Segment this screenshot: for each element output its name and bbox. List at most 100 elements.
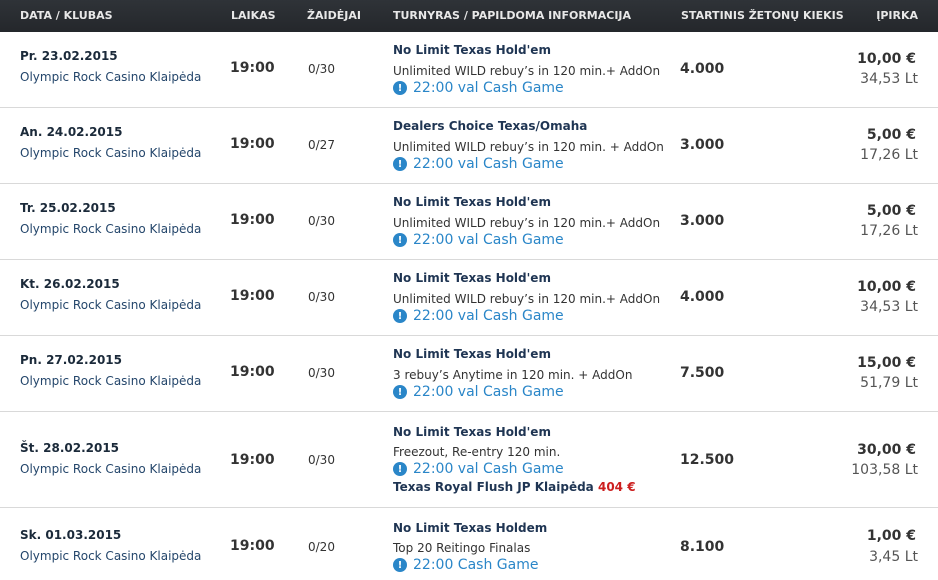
row-players: 0/30 (308, 290, 335, 304)
row-time: 19:00 (230, 136, 275, 152)
tournament-info: Unlimited WILD rebuy’s in 120 min. + Add… (393, 140, 664, 154)
cash-game-link[interactable]: ! 22:00 val Cash Game (393, 232, 564, 248)
row-buyin-lt: 34,53 Lt (860, 299, 918, 315)
row-chips: 4.000 (680, 289, 725, 305)
row-date: Št. 28.02.2015 (20, 441, 120, 455)
row-buyin-eur: 5,00 € (866, 127, 916, 143)
row-players: 0/30 (308, 366, 335, 380)
row-club-link[interactable]: Olympic Rock Casino Klaipėda (20, 374, 201, 388)
row-time: 19:00 (230, 288, 275, 304)
table-row[interactable]: Tr. 25.02.2015 Olympic Rock Casino Klaip… (0, 184, 938, 260)
cash-game-label[interactable]: 22:00 Cash Game (413, 557, 538, 573)
cash-game-label[interactable]: 22:00 val Cash Game (413, 80, 564, 96)
cash-game-label[interactable]: 22:00 val Cash Game (413, 156, 564, 172)
cash-game-link[interactable]: ! 22:00 val Cash Game (393, 156, 564, 172)
info-icon: ! (393, 157, 407, 171)
header-time[interactable]: LAIKAS (231, 9, 276, 22)
row-time: 19:00 (230, 538, 275, 554)
cash-game-link[interactable]: ! 22:00 val Cash Game (393, 308, 564, 324)
tournament-name-link[interactable]: No Limit Texas Hold'em (393, 347, 551, 361)
row-buyin-lt: 3,45 Lt (869, 549, 918, 565)
row-date: Pr. 23.02.2015 (20, 49, 118, 63)
tournament-info: Unlimited WILD rebuy’s in 120 min.+ AddO… (393, 64, 661, 78)
header-tournament[interactable]: TURNYRAS / PAPILDOMA INFORMACIJA (393, 9, 631, 22)
cash-game-label[interactable]: 22:00 val Cash Game (413, 384, 564, 400)
row-players: 0/30 (308, 214, 335, 228)
row-date: Pn. 27.02.2015 (20, 353, 122, 367)
row-club-link[interactable]: Olympic Rock Casino Klaipėda (20, 222, 201, 236)
tournament-info: 3 rebuy’s Anytime in 120 min. + AddOn (393, 368, 633, 382)
table-row[interactable]: Pr. 23.02.2015 Olympic Rock Casino Klaip… (0, 32, 938, 108)
tournament-info: Freezout, Re-entry 120 min. (393, 445, 561, 459)
row-chips: 3.000 (680, 137, 725, 153)
row-players: 0/30 (308, 62, 335, 76)
row-buyin-lt: 51,79 Lt (860, 375, 918, 391)
row-chips: 4.000 (680, 61, 725, 77)
tournament-info: Unlimited WILD rebuy’s in 120 min.+ AddO… (393, 292, 661, 306)
table-row[interactable]: An. 24.02.2015 Olympic Rock Casino Klaip… (0, 108, 938, 184)
row-club-link[interactable]: Olympic Rock Casino Klaipėda (20, 70, 201, 84)
info-icon: ! (393, 385, 407, 399)
row-time: 19:00 (230, 60, 275, 76)
table-header: DATA / KLUBAS LAIKAS ŽAIDĖJAI TURNYRAS /… (0, 0, 938, 32)
row-date: Kt. 26.02.2015 (20, 277, 120, 291)
row-buyin-eur: 1,00 € (866, 528, 916, 544)
row-chips: 7.500 (680, 365, 725, 381)
row-time: 19:00 (230, 364, 275, 380)
table-row[interactable]: Št. 28.02.2015 Olympic Rock Casino Klaip… (0, 412, 938, 508)
cash-game-link[interactable]: ! 22:00 val Cash Game (393, 461, 564, 477)
row-players: 0/20 (308, 540, 335, 554)
header-date-club[interactable]: DATA / KLUBAS (20, 9, 113, 22)
row-buyin-eur: 15,00 € (857, 355, 916, 371)
info-icon: ! (393, 558, 407, 572)
row-buyin-lt: 34,53 Lt (860, 71, 918, 87)
row-date: Tr. 25.02.2015 (20, 201, 116, 215)
row-buyin-eur: 10,00 € (857, 279, 916, 295)
jackpot-amount: 404 € (597, 480, 636, 494)
row-buyin-eur: 30,00 € (857, 442, 916, 458)
info-icon: ! (393, 309, 407, 323)
row-club-link[interactable]: Olympic Rock Casino Klaipėda (20, 549, 201, 563)
tournament-info: Top 20 Reitingo Finalas (393, 541, 531, 555)
cash-game-link[interactable]: ! 22:00 Cash Game (393, 557, 538, 573)
row-buyin-lt: 103,58 Lt (851, 462, 918, 478)
table-row[interactable]: Pn. 27.02.2015 Olympic Rock Casino Klaip… (0, 336, 938, 412)
row-club-link[interactable]: Olympic Rock Casino Klaipėda (20, 146, 201, 160)
info-icon: ! (393, 462, 407, 476)
tournament-name-link[interactable]: No Limit Texas Hold'em (393, 425, 551, 439)
cash-game-label[interactable]: 22:00 val Cash Game (413, 232, 564, 248)
jackpot-info: Texas Royal Flush JP Klaipėda 404 € (393, 480, 636, 494)
cash-game-link[interactable]: ! 22:00 val Cash Game (393, 80, 564, 96)
cash-game-label[interactable]: 22:00 val Cash Game (413, 461, 564, 477)
row-buyin-eur: 10,00 € (857, 51, 916, 67)
cash-game-label[interactable]: 22:00 val Cash Game (413, 308, 564, 324)
table-row[interactable]: Kt. 26.02.2015 Olympic Rock Casino Klaip… (0, 260, 938, 336)
tournament-name-link[interactable]: No Limit Texas Hold'em (393, 195, 551, 209)
header-players[interactable]: ŽAIDĖJAI (307, 9, 361, 22)
header-buyin[interactable]: ĮPIRKA (876, 9, 918, 22)
row-time: 19:00 (230, 212, 275, 228)
row-date: An. 24.02.2015 (20, 125, 123, 139)
row-players: 0/27 (308, 138, 335, 152)
row-chips: 3.000 (680, 213, 725, 229)
row-club-link[interactable]: Olympic Rock Casino Klaipėda (20, 462, 201, 476)
row-buyin-eur: 5,00 € (866, 203, 916, 219)
row-buyin-lt: 17,26 Lt (860, 147, 918, 163)
row-buyin-lt: 17,26 Lt (860, 223, 918, 239)
tournament-name-link[interactable]: No Limit Texas Hold'em (393, 43, 551, 57)
tournament-info: Unlimited WILD rebuy’s in 120 min.+ AddO… (393, 216, 661, 230)
tournament-schedule-table: DATA / KLUBAS LAIKAS ŽAIDĖJAI TURNYRAS /… (0, 0, 938, 580)
row-date: Sk. 01.03.2015 (20, 528, 122, 542)
row-club-link[interactable]: Olympic Rock Casino Klaipėda (20, 298, 201, 312)
tournament-name-link[interactable]: Dealers Choice Texas/Omaha (393, 119, 587, 133)
header-chips[interactable]: STARTINIS ŽETONŲ KIEKIS (681, 9, 844, 22)
row-chips: 12.500 (680, 452, 735, 468)
cash-game-link[interactable]: ! 22:00 val Cash Game (393, 384, 564, 400)
row-players: 0/30 (308, 453, 335, 467)
row-chips: 8.100 (680, 539, 725, 555)
tournament-name-link[interactable]: No Limit Texas Holdem (393, 521, 547, 535)
info-icon: ! (393, 233, 407, 247)
table-row[interactable]: Sk. 01.03.2015 Olympic Rock Casino Klaip… (0, 508, 938, 580)
tournament-name-link[interactable]: No Limit Texas Hold'em (393, 271, 551, 285)
info-icon: ! (393, 81, 407, 95)
